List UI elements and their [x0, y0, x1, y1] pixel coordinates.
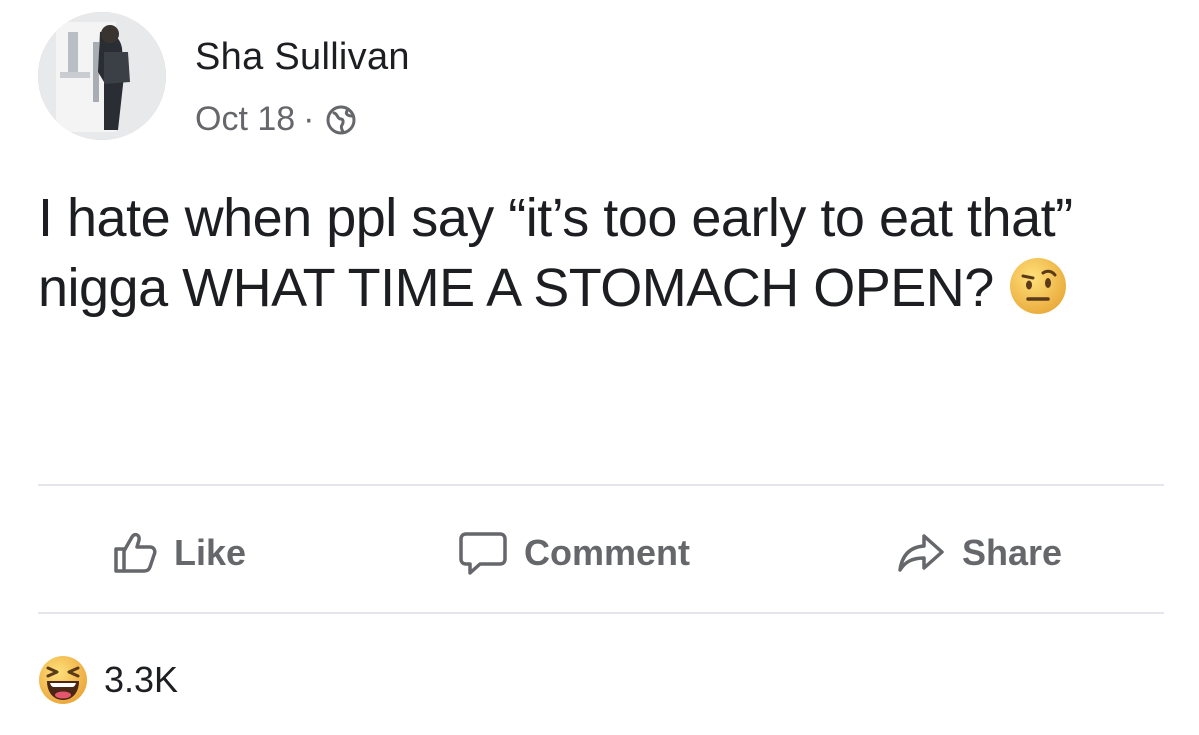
meta-separator: · [303, 100, 315, 138]
like-button[interactable]: Like [112, 525, 246, 581]
post-body: I hate when ppl say “it’s too early to e… [38, 183, 1168, 323]
avatar-photo [38, 12, 166, 140]
divider-top [38, 484, 1164, 486]
raised-eyebrow-face-icon [1008, 256, 1068, 316]
thumbs-up-icon [114, 532, 157, 573]
share-button[interactable]: Share [896, 525, 1062, 581]
reaction-summary[interactable]: 3.3K [38, 655, 178, 705]
laughing-face-icon [39, 656, 87, 704]
share-arrow-icon [898, 534, 944, 572]
facebook-post: Sha Sullivan Oct 18 · I hate when ppl sa… [0, 0, 1199, 735]
share-label: Share [962, 532, 1063, 573]
post-text: I hate when ppl say “it’s too early to e… [38, 188, 1073, 318]
avatar[interactable] [38, 12, 166, 140]
like-label: Like [174, 532, 247, 573]
globe-icon [325, 104, 357, 136]
reaction-count: 3.3K [104, 659, 179, 700]
post-meta: Oct 18 · [195, 100, 357, 139]
post-date[interactable]: Oct 18 [195, 100, 295, 139]
comment-label: Comment [524, 532, 691, 573]
divider-bottom [38, 612, 1164, 614]
comment-button[interactable]: Comment [458, 525, 690, 581]
author-name[interactable]: Sha Sullivan [195, 36, 410, 79]
comment-icon [459, 532, 507, 575]
